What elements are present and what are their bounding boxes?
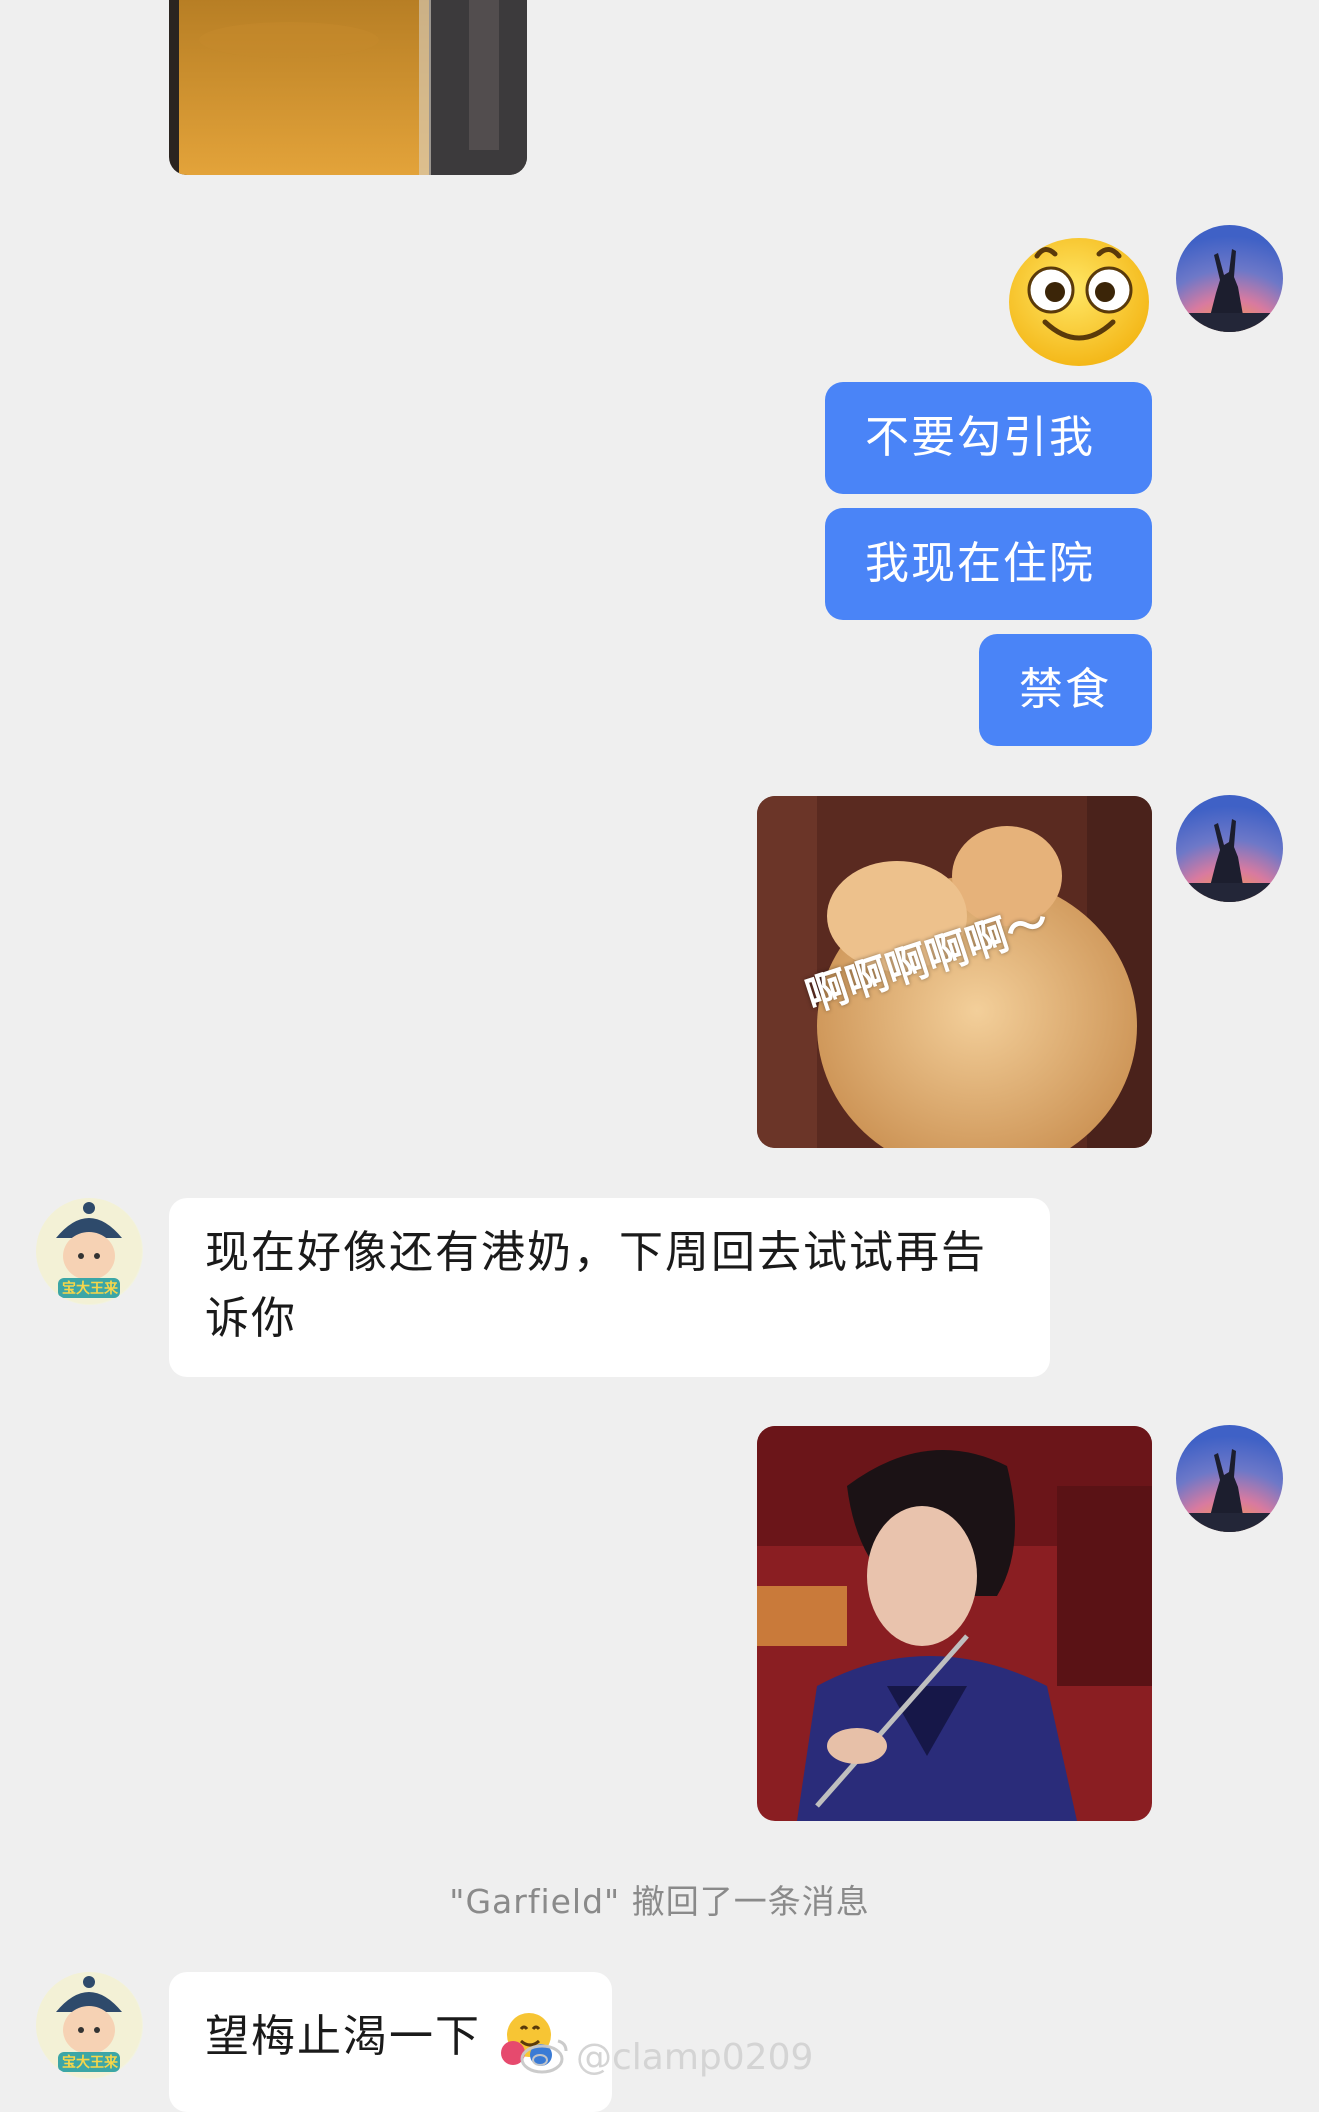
incoming-message-bubble[interactable]: 现在好像还有港奶，下周回去试试再告诉你 bbox=[169, 1198, 1050, 1377]
cat-sticker-image[interactable]: 啊啊啊啊啊～ bbox=[757, 796, 1152, 1148]
silhouette-icon bbox=[1176, 1449, 1283, 1532]
my-avatar[interactable] bbox=[1176, 1425, 1283, 1532]
incoming-image-drink[interactable] bbox=[169, 0, 527, 175]
message-text: 不要勾引我 bbox=[865, 412, 1095, 463]
outgoing-message-bubble[interactable]: 不要勾引我 bbox=[825, 382, 1152, 494]
message-text: 现在好像还有港奶，下周回去试试再告诉你 bbox=[205, 1227, 987, 1344]
recall-notice: "Garfield" 撤回了一条消息 bbox=[449, 1882, 870, 1921]
silhouette-icon bbox=[1176, 819, 1283, 902]
message-text: 我现在住院 bbox=[865, 538, 1095, 589]
big-emoji-sticker[interactable] bbox=[1005, 230, 1153, 368]
watermark-text: @clamp0209 bbox=[576, 2036, 814, 2078]
character-photo-image[interactable] bbox=[757, 1426, 1152, 1821]
message-text: 望梅止渴一下 bbox=[205, 2011, 481, 2062]
my-avatar[interactable] bbox=[1176, 225, 1283, 332]
avatar-badge-text: 宝大王来 bbox=[62, 2055, 118, 2071]
contact-avatar[interactable]: 宝大王来 bbox=[36, 1198, 143, 1305]
drink-photo bbox=[169, 0, 527, 175]
outgoing-message-bubble[interactable]: 我现在住院 bbox=[825, 508, 1152, 620]
wide-eyed-smile-emoji-icon bbox=[1009, 238, 1149, 366]
weibo-logo-icon bbox=[520, 2035, 570, 2079]
silhouette-icon bbox=[1176, 249, 1283, 332]
contact-avatar[interactable]: 宝大王来 bbox=[36, 1972, 143, 2079]
outgoing-message-bubble[interactable]: 禁食 bbox=[979, 634, 1152, 746]
my-avatar[interactable] bbox=[1176, 795, 1283, 902]
message-text: 禁食 bbox=[1019, 664, 1111, 715]
avatar-badge-text: 宝大王来 bbox=[62, 1281, 118, 1297]
weibo-watermark: @clamp0209 bbox=[520, 2035, 813, 2079]
character-photo-art bbox=[757, 1426, 1152, 1821]
